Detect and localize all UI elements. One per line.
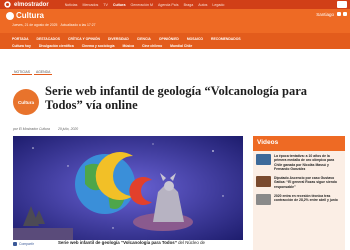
date-line: Jueves, 21 de agosto de 2025 Actualizado… <box>12 23 96 27</box>
breadcrumb-item[interactable]: AGENDA <box>34 70 53 75</box>
category-row-secondary: Cultura hoy Divulgación científica Cinem… <box>12 42 338 49</box>
top-nav-item[interactable]: Braga <box>184 3 194 7</box>
top-nav-item[interactable]: Agenda País <box>158 3 179 7</box>
video-thumbnail[interactable] <box>256 176 271 188</box>
video-item[interactable]: 2020 entra en recesión técnica tras cont… <box>253 191 345 207</box>
breadcrumb: NOTICIAS AGENDA <box>12 70 53 75</box>
share-facebook[interactable]: Compartir <box>13 242 34 246</box>
top-nav-item[interactable]: Autos <box>198 3 207 7</box>
article-lead: Serie web infantil de geología “Volcanol… <box>58 240 243 245</box>
social-links <box>337 12 347 16</box>
category-item[interactable]: CRÍTICA Y OPINIÓN <box>68 37 100 41</box>
top-nav-item[interactable]: TV <box>103 3 108 7</box>
subcategory-item[interactable]: Música <box>123 44 135 48</box>
category-nav: PORTADA DESTACADOS CRÍTICA Y OPINIÓN DIV… <box>0 33 350 49</box>
category-item[interactable]: RECOMENDADOS <box>211 37 241 41</box>
share-label: Compartir <box>19 242 34 246</box>
video-item[interactable]: Diputado Ascencio por caso Gustavo Gatic… <box>253 173 345 191</box>
subcategory-item[interactable]: Divulgación científica <box>39 44 74 48</box>
sidebar-title[interactable]: Videos <box>253 136 345 151</box>
brand-logo[interactable]: elmostrador <box>14 2 49 8</box>
section-icon <box>6 12 14 20</box>
video-thumbnail[interactable] <box>256 154 271 165</box>
twitter-icon[interactable] <box>343 12 347 16</box>
video-thumbnail[interactable] <box>256 194 271 206</box>
videos-sidebar: Videos La época tentativa: a 10 años de … <box>253 136 345 250</box>
article-headline: Serie web infantil de geología “Volcanol… <box>45 84 308 112</box>
search-icon[interactable] <box>337 1 347 8</box>
publish-date: 29 julio, 2020 <box>57 127 79 131</box>
section-title[interactable]: Cultura <box>16 11 44 20</box>
facebook-icon <box>13 242 17 246</box>
facebook-icon[interactable] <box>337 12 341 16</box>
section-header: Cultura Santiago Jueves, 21 de agosto de… <box>0 9 350 33</box>
top-nav-item-active[interactable]: Cultura <box>113 3 126 7</box>
top-nav-item[interactable]: Legado <box>212 3 224 7</box>
video-title[interactable]: Diputado Ascencio por caso Gustavo Gatic… <box>274 176 342 189</box>
logo-icon[interactable] <box>3 0 12 9</box>
top-nav-item[interactable]: Noticias <box>65 3 78 7</box>
hero-image <box>13 136 243 240</box>
category-item[interactable]: MOSAICO <box>187 37 203 41</box>
video-item[interactable]: La época tentativa: a 10 años de la prim… <box>253 151 345 173</box>
category-item[interactable]: PORTADA <box>12 37 29 41</box>
subcategory-item[interactable]: Cinema y sociología <box>82 44 115 48</box>
top-nav-item[interactable]: Mercados <box>82 3 98 7</box>
category-item[interactable]: DIVERSIDAD <box>108 37 129 41</box>
video-title[interactable]: 2020 entra en recesión técnica tras cont… <box>274 194 342 205</box>
lead-rest: del Núcleo de <box>176 240 205 245</box>
top-nav: Noticias Mercados TV Cultura Generación … <box>65 3 225 7</box>
video-title[interactable]: La época tentativa: a 10 años de la prim… <box>274 154 342 171</box>
subcategory-item[interactable]: Cultura hoy <box>12 44 31 48</box>
category-badge[interactable]: Cultura <box>13 89 39 115</box>
author[interactable]: por El Mostrador Cultura <box>13 127 50 131</box>
updated-time: Actualizado a las 17:27 <box>60 23 96 27</box>
subcategory-item[interactable]: Mundial Chile <box>170 44 192 48</box>
category-item[interactable]: DESTACADOS <box>37 37 60 41</box>
subcategory-item[interactable]: Cine chileno <box>142 44 162 48</box>
category-item[interactable]: OPINIÓN/ED <box>159 37 179 41</box>
category-item[interactable]: CIENCIA <box>137 37 151 41</box>
top-nav-item[interactable]: Generación M <box>130 3 153 7</box>
breadcrumb-item[interactable]: NOTICIAS <box>12 70 33 75</box>
top-brand-bar: elmostrador Noticias Mercados TV Cultura… <box>0 0 350 9</box>
region-label: Santiago <box>316 12 334 17</box>
lead-bold: Serie web infantil de geología “Volcanol… <box>58 240 177 245</box>
current-date: Jueves, 21 de agosto de 2025 <box>12 23 58 27</box>
byline: por El Mostrador Cultura 29 julio, 2020 <box>13 127 78 131</box>
category-row-primary: PORTADA DESTACADOS CRÍTICA Y OPINIÓN DIV… <box>12 35 338 42</box>
